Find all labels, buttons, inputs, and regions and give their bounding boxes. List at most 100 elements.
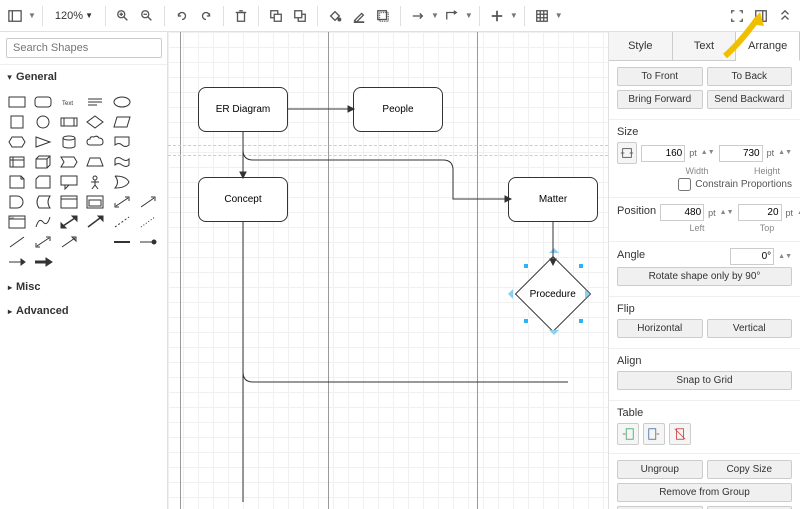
shape-rounded-rect[interactable] [32,93,54,111]
shape-card[interactable] [32,173,54,191]
shape-data-storage[interactable] [32,193,54,211]
shape-bidir-arrow-thick[interactable] [58,213,80,231]
width-input[interactable] [641,145,685,162]
shape-ellipse[interactable] [111,93,133,111]
category-general[interactable]: General [0,65,167,89]
zoom-in-icon[interactable] [112,5,134,27]
shape-trapezoid[interactable] [84,153,106,171]
tab-text[interactable]: Text [673,32,737,60]
table-icon[interactable] [531,5,553,27]
shape-note[interactable] [6,173,28,191]
shape-hexagon[interactable] [6,133,28,151]
shape-diamond[interactable] [84,113,106,131]
left-input[interactable] [660,204,704,221]
to-front-icon[interactable] [265,5,287,27]
shape-curve[interactable] [32,213,54,231]
ungroup-button[interactable]: Ungroup [617,460,703,479]
shape-arrow-open[interactable] [58,233,80,251]
add-icon[interactable] [486,5,508,27]
shape-callout[interactable] [58,173,80,191]
shape-container2[interactable] [84,193,106,211]
shape-connector-thick[interactable] [32,253,54,271]
shapes-panel: General Text [0,32,168,509]
shape-bidirectional-arrow[interactable] [111,193,133,211]
table-label: Table [617,407,792,419]
shape-palette: Text [0,89,167,275]
snap-to-grid-button[interactable]: Snap to Grid [617,371,792,390]
shape-cube[interactable] [32,153,54,171]
shape-and[interactable] [6,193,28,211]
shape-container[interactable] [58,193,80,211]
shape-text[interactable]: Text [58,93,80,111]
shape-parallelogram[interactable] [111,113,133,131]
line-color-icon[interactable] [348,5,370,27]
shape-connector-endpoint[interactable] [137,233,159,251]
shape-tape[interactable] [111,153,133,171]
constrain-checkbox[interactable] [678,178,691,191]
shape-internal-storage[interactable] [6,153,28,171]
undo-icon[interactable] [171,5,193,27]
autosize-icon[interactable] [617,142,637,164]
insert-col-left-icon[interactable] [617,423,639,445]
copy-size-button[interactable]: Copy Size [707,460,793,479]
shape-cloud[interactable] [84,133,106,151]
size-label: Size [617,126,792,138]
tab-arrange[interactable]: Arrange [736,32,800,61]
shape-document[interactable] [111,133,133,151]
waypoint-icon[interactable] [441,5,463,27]
fill-color-icon[interactable] [324,5,346,27]
top-input[interactable] [738,204,782,221]
shape-line2[interactable] [6,233,28,251]
zoom-level[interactable]: 120% ▼ [49,10,99,22]
redo-icon[interactable] [195,5,217,27]
search-input[interactable] [6,38,162,58]
shape-list[interactable]: List [6,213,28,231]
tab-style[interactable]: Style [609,32,673,60]
category-misc[interactable]: Misc [0,275,167,299]
send-backward-button[interactable]: Send Backward [707,90,793,109]
canvas[interactable]: ER Diagram People Concept Matter Procedu… [168,32,608,509]
to-front-button[interactable]: To Front [617,67,703,86]
fullscreen-icon[interactable] [726,5,748,27]
shape-dotted-line[interactable] [137,213,159,231]
shape-cylinder[interactable] [58,133,80,151]
shape-connector-arrow[interactable] [6,253,28,271]
shape-connector-line[interactable] [111,233,133,251]
shape-process[interactable] [58,113,80,131]
height-input[interactable] [719,145,763,162]
collapse-icon[interactable] [774,5,796,27]
shape-dashed-line[interactable] [111,213,133,231]
position-label: Position [617,205,656,217]
shape-or[interactable] [111,173,133,191]
shape-actor[interactable] [84,173,106,191]
rotate-90-button[interactable]: Rotate shape only by 90° [617,267,792,286]
category-advanced[interactable]: Advanced [0,299,167,323]
shape-textbox[interactable] [84,93,106,111]
shape-bidir-line[interactable] [32,233,54,251]
shape-step[interactable] [58,153,80,171]
zoom-out-icon[interactable] [136,5,158,27]
angle-label: Angle [617,249,726,261]
delete-icon[interactable] [230,5,252,27]
shape-circle[interactable] [32,113,54,131]
insert-col-right-icon[interactable] [643,423,665,445]
shape-arrow-thick[interactable] [84,213,106,231]
delete-col-icon[interactable] [669,423,691,445]
format-panel: Style Text Arrange To Front To Back Brin… [608,32,800,509]
shape-arrow[interactable] [137,193,159,211]
to-back-icon[interactable] [289,5,311,27]
remove-from-group-button[interactable]: Remove from Group [617,483,792,502]
connection-icon[interactable] [407,5,429,27]
bring-forward-button[interactable]: Bring Forward [617,90,703,109]
format-panel-icon[interactable] [750,5,772,27]
shape-triangle[interactable] [32,133,54,151]
shape-rect[interactable] [6,93,28,111]
view-menu[interactable] [4,5,26,27]
toolbar: ▼ 120% ▼ ▼ ▼ ▼ ▼ [0,0,800,32]
shadow-icon[interactable] [372,5,394,27]
flip-vertical-button[interactable]: Vertical [707,319,793,338]
shape-square[interactable] [6,113,28,131]
angle-input[interactable] [730,248,774,265]
to-back-button[interactable]: To Back [707,67,793,86]
flip-horizontal-button[interactable]: Horizontal [617,319,703,338]
